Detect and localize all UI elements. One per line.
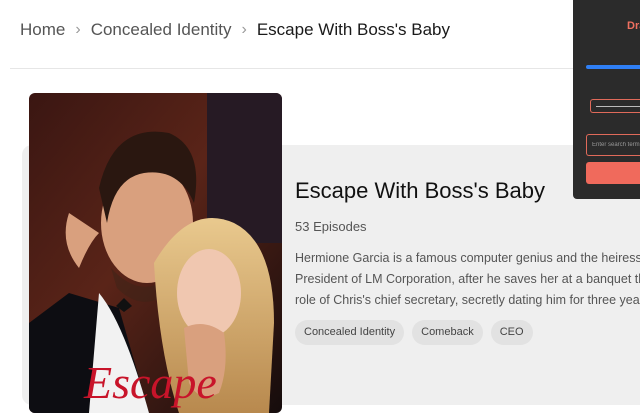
chevron-right-icon: ›	[75, 21, 81, 38]
tag-ceo[interactable]: CEO	[490, 320, 533, 345]
panel-action-button[interactable]	[586, 162, 640, 184]
chevron-right-icon: ›	[241, 21, 247, 38]
cover-artwork: Escape	[29, 93, 282, 413]
description-line: President of LM Corporation, after he sa…	[295, 272, 640, 286]
progress-bar	[586, 65, 640, 69]
breadcrumb-category-link[interactable]: Concealed Identity	[91, 20, 232, 40]
breadcrumb: Home › Concealed Identity › Escape With …	[20, 18, 450, 42]
range-slider[interactable]	[590, 99, 640, 113]
search-input[interactable]	[586, 134, 640, 156]
drama-title: Escape With Boss's Baby	[295, 178, 545, 203]
description-line: role of Chris's chief secretary, secretl…	[295, 293, 640, 307]
extension-panel: Dra	[573, 0, 640, 199]
breadcrumb-home-link[interactable]: Home	[20, 20, 65, 40]
breadcrumb-current: Escape With Boss's Baby	[256, 20, 451, 39]
header-divider	[10, 68, 640, 69]
episode-count: 53 Episodes	[295, 219, 367, 234]
tag-comeback[interactable]: Comeback	[412, 320, 483, 345]
tag-concealed-identity[interactable]: Concealed Identity	[295, 320, 405, 345]
tag-list: Concealed Identity Comeback CEO	[295, 320, 533, 345]
drama-cover-image[interactable]: Escape	[29, 93, 282, 413]
cover-title-text: Escape	[83, 357, 217, 408]
panel-title: Dra	[627, 20, 640, 32]
drama-description: Hermione Garcia is a famous computer gen…	[295, 248, 640, 311]
description-line: Hermione Garcia is a famous computer gen…	[295, 251, 640, 265]
